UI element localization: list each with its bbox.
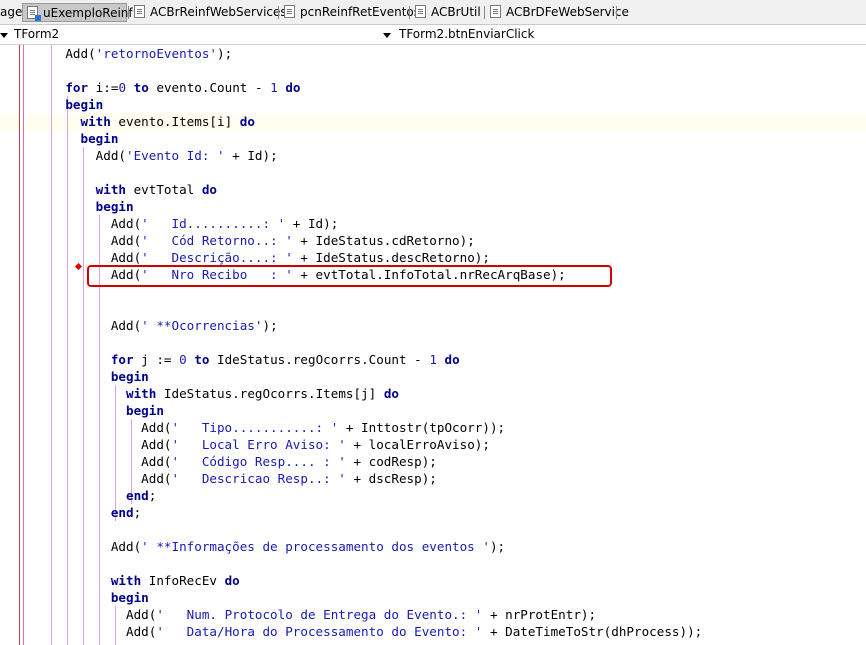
editor-tab-strip: age uExemploReinf ACBrReinfWebServices p… — [0, 0, 866, 25]
unit-file-icon — [27, 6, 41, 21]
tab-acbrutil[interactable]: ACBrUtil — [411, 3, 481, 22]
tab-label: ACBrReinfWebServices — [150, 5, 287, 19]
code-line[interactable]: Add('Evento Id: ' + Id); — [0, 147, 702, 164]
code-line[interactable]: Add(' Num. Protocolo de Entrega do Event… — [0, 606, 702, 623]
code-line[interactable]: ​ — [0, 62, 702, 79]
code-line[interactable]: Add(' Tipo...........: ' + Inttostr(tpOc… — [0, 419, 702, 436]
tab-label: uExemploReinf — [43, 6, 133, 20]
code-line[interactable]: begin — [0, 368, 702, 385]
code-line[interactable]: ​ — [0, 334, 702, 351]
tab-label: pcnReinfRetEventos — [300, 5, 421, 19]
tab-label: age — [0, 5, 23, 19]
tab-label: ACBrDFeWebService — [506, 5, 629, 19]
tab-separator — [278, 6, 279, 19]
unit-file-icon — [134, 5, 145, 18]
code-line[interactable]: end; — [0, 487, 702, 504]
code-line[interactable]: Add(' **Informações de processamento dos… — [0, 538, 702, 555]
tab-separator — [409, 6, 410, 19]
tab-acbrreinfwebservices[interactable]: ACBrReinfWebServices — [130, 3, 287, 22]
code-line[interactable]: begin — [0, 402, 702, 419]
class-selector[interactable]: TForm2 — [14, 25, 59, 44]
chevron-down-icon[interactable] — [383, 33, 391, 38]
code-line[interactable]: ​ — [0, 164, 702, 181]
code-editor[interactable]: Add('retornoEventos');​ for i:=0 to even… — [0, 45, 866, 645]
code-line[interactable]: begin — [0, 589, 702, 606]
tab-pcnreinfreteventos[interactable]: pcnReinfRetEventos — [280, 3, 420, 22]
tab-separator — [616, 6, 617, 19]
code-line[interactable]: Add(' Descrição....: ' + IdeStatus.descR… — [0, 249, 702, 266]
code-line[interactable]: with evtTotal do — [0, 181, 702, 198]
code-line[interactable]: Add(' Descricao Resp..: ' + dscResp); — [0, 470, 702, 487]
code-line[interactable]: begin — [0, 96, 702, 113]
tab-acbrdfewebservice[interactable]: ACBrDFeWebService — [486, 3, 629, 22]
code-line[interactable]: ​ — [0, 555, 702, 572]
tab-label: ACBrUtil — [431, 5, 481, 19]
code-line[interactable]: with InfoRecEv do — [0, 572, 702, 589]
code-line[interactable]: with evento.Items[i] do — [0, 113, 702, 130]
code-line[interactable]: ​ — [0, 521, 702, 538]
method-selector[interactable]: TForm2.btnEnviarClick — [399, 25, 534, 44]
tab-page[interactable]: age — [0, 3, 22, 22]
code-line[interactable]: Add(' Código Resp.... : ' + codResp); — [0, 453, 702, 470]
code-line[interactable]: Add(' **Ocorrencias'); — [0, 317, 702, 334]
code-line[interactable]: for j := 0 to IdeStatus.regOcorrs.Count … — [0, 351, 702, 368]
unit-file-icon — [284, 5, 295, 18]
code-line[interactable]: Add(' Local Erro Aviso: ' + localErroAvi… — [0, 436, 702, 453]
code-line[interactable]: begin — [0, 198, 702, 215]
code-text[interactable]: Add('retornoEventos');​ for i:=0 to even… — [0, 45, 702, 640]
code-line[interactable]: ​ — [0, 300, 702, 317]
code-line[interactable]: with IdeStatus.regOcorrs.Items[j] do — [0, 385, 702, 402]
annotation-highlight-box — [87, 265, 612, 287]
tab-separator — [128, 6, 129, 19]
code-line[interactable]: Add(' Data/Hora do Processamento do Even… — [0, 623, 702, 640]
tab-separator — [484, 6, 485, 19]
chevron-down-icon[interactable] — [0, 33, 8, 38]
navigation-bar: TForm2 TForm2.btnEnviarClick — [0, 25, 866, 45]
code-line[interactable]: for i:=0 to evento.Count - 1 do — [0, 79, 702, 96]
code-line[interactable]: end; — [0, 504, 702, 521]
code-line[interactable]: Add(' Cód Retorno..: ' + IdeStatus.cdRet… — [0, 232, 702, 249]
tab-uexemploreinf[interactable]: uExemploReinf — [22, 3, 133, 22]
code-line[interactable]: begin — [0, 130, 702, 147]
unit-file-icon — [490, 5, 501, 18]
code-line[interactable]: Add('retornoEventos'); — [0, 45, 702, 62]
code-line[interactable]: Add(' Id..........: ' + Id); — [0, 215, 702, 232]
unit-file-icon — [415, 5, 426, 18]
